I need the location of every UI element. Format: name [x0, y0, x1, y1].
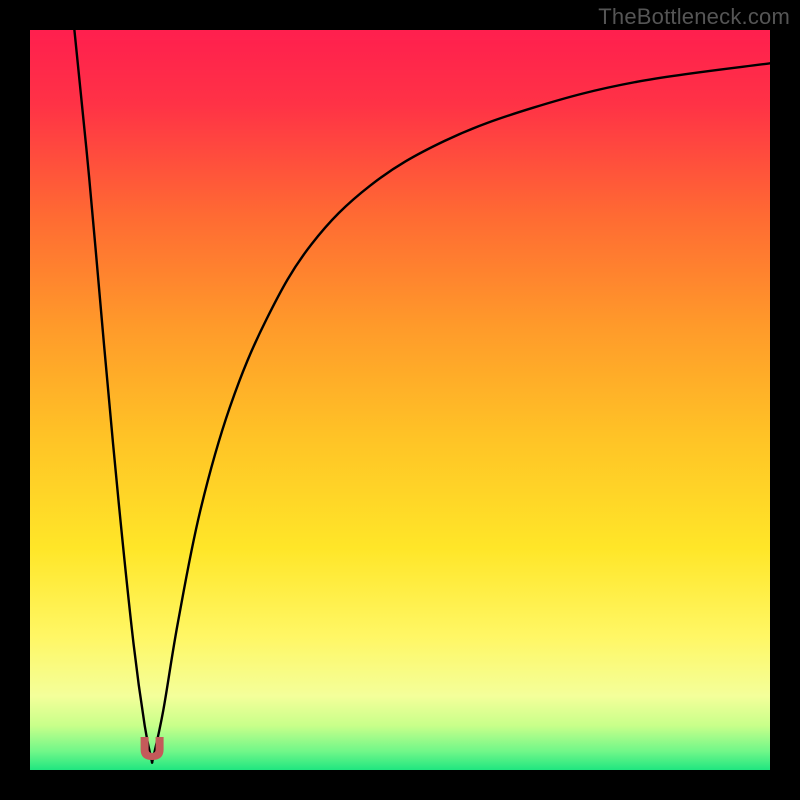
chart-frame: TheBottleneck.com: [0, 0, 800, 800]
curve-left-branch: [74, 30, 152, 763]
bottleneck-curve: [30, 30, 770, 770]
curve-right-branch: [152, 63, 770, 762]
watermark-text: TheBottleneck.com: [598, 4, 790, 30]
optimal-marker: [141, 738, 163, 760]
plot-area: [30, 30, 770, 770]
